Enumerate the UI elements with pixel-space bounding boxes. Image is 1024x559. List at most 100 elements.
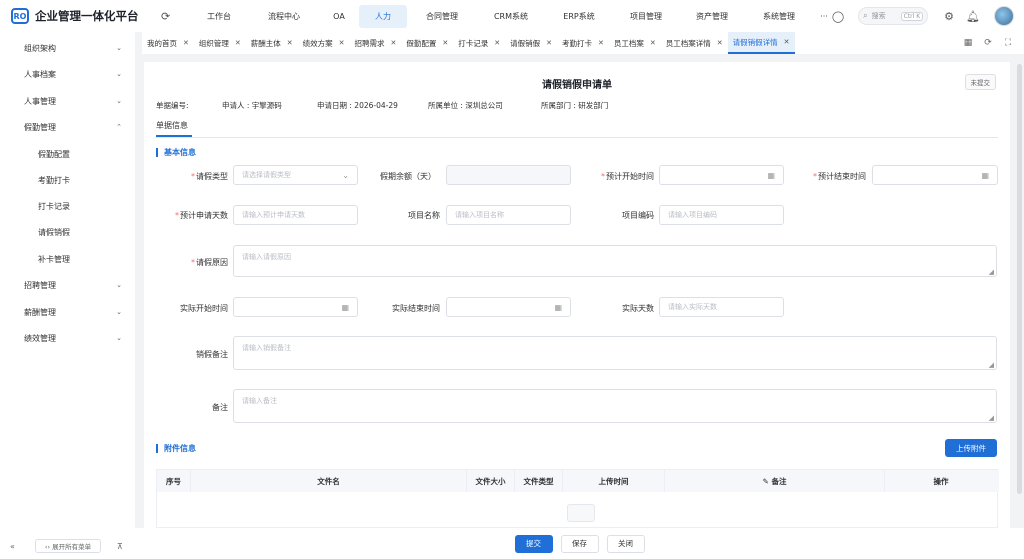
search-input[interactable]: ⌕ 搜索 Ctrl K — [858, 7, 929, 25]
tab-punch-record[interactable]: 打卡记录 ✕ — [453, 32, 505, 54]
calendar-icon: ▦ — [554, 302, 562, 312]
chevron-down-icon: ⌄ — [116, 281, 122, 289]
sidebar-item-attendance[interactable]: 考勤打卡 — [0, 169, 135, 191]
close-icon[interactable]: ✕ — [546, 39, 552, 47]
topnav-crm[interactable]: CRM系统 — [477, 5, 545, 28]
sidebar-item-makeup-punch[interactable]: 补卡管理 — [0, 248, 135, 270]
sidebar-item-label: 招聘管理 — [24, 280, 56, 290]
refresh-icon[interactable]: ⟳ — [161, 10, 175, 23]
leave-type-select[interactable]: 请选择请假类型 ⌄ — [233, 165, 358, 185]
close-icon[interactable]: ✕ — [391, 39, 397, 47]
save-button[interactable]: 保存 — [560, 534, 599, 553]
plan-days-label-text: 预计申请天数 — [180, 211, 228, 220]
page-scrollbar[interactable] — [1017, 64, 1022, 494]
tab-leave-config[interactable]: 假勤配置 ✕ — [401, 32, 453, 54]
chevron-down-icon: ⌄ — [116, 70, 122, 78]
tab-recruit-need[interactable]: 招聘需求 ✕ — [350, 32, 402, 54]
upload-attachment-button[interactable]: 上传附件 — [945, 439, 997, 457]
actual-end-date[interactable]: ▦ — [446, 297, 571, 317]
tab-label: 薪酬主体 — [250, 38, 281, 48]
close-icon[interactable]: ✕ — [235, 39, 241, 47]
project-name-input[interactable]: 请输入项目名称 — [446, 205, 571, 225]
top-nav: 工作台 流程中心 OA 人力 合同管理 CRM系统 ERP系统 项目管理 资产管… — [189, 4, 835, 28]
topnav-erp[interactable]: ERP系统 — [545, 5, 613, 28]
sidebar-item-org[interactable]: 组织架构 ⌄ — [0, 37, 135, 59]
tab-attendance[interactable]: 考勤打卡 ✕ — [557, 32, 609, 54]
topnav-contract[interactable]: 合同管理 — [407, 5, 477, 28]
sidebar-item-label: 考勤打卡 — [38, 175, 70, 185]
required-mark: * — [175, 211, 179, 220]
topnav-oa[interactable]: OA — [319, 6, 359, 27]
resize-grip-icon[interactable]: ◢ — [989, 414, 994, 422]
close-icon[interactable]: ✕ — [287, 39, 293, 47]
app-title: 企业管理一体化平台 — [35, 9, 139, 23]
topnav-hr-label: 人力 — [375, 11, 391, 21]
sidebar-item-leave-cancel[interactable]: 请假销假 — [0, 221, 135, 243]
tab-salary-entity[interactable]: 薪酬主体 ✕ — [246, 32, 298, 54]
close-icon[interactable]: ✕ — [598, 39, 604, 47]
topnav-system[interactable]: 系统管理 — [745, 5, 813, 28]
close-button[interactable]: 关闭 — [606, 534, 645, 553]
collapse-sidebar-icon[interactable]: « — [10, 542, 15, 551]
topnav-asset[interactable]: 资产管理 — [679, 5, 745, 28]
close-icon[interactable]: ✕ — [442, 39, 448, 47]
sidebar-item-performance[interactable]: 绩效管理 ⌄ — [0, 327, 135, 349]
refresh-tab-icon[interactable]: ⟳ — [978, 38, 998, 48]
sidebar-item-punch-record[interactable]: 打卡记录 — [0, 195, 135, 217]
cancel-note-label: 销假备注 — [196, 350, 228, 359]
avatar[interactable] — [994, 6, 1014, 26]
plan-start-date[interactable]: ▦ — [659, 165, 784, 185]
sidebar-item-recruit[interactable]: 招聘管理 ⌄ — [0, 274, 135, 296]
close-icon[interactable]: ✕ — [494, 39, 500, 47]
sidebar-item-salary[interactable]: 薪酬管理 ⌄ — [0, 301, 135, 323]
topnav-workbench[interactable]: 工作台 — [189, 5, 249, 28]
tab-org[interactable]: 组织管理 ✕ — [194, 32, 246, 54]
sidebar-item-label: 绩效管理 — [24, 333, 56, 343]
submit-button[interactable]: 提交 — [514, 534, 553, 553]
expand-all-menus-button[interactable]: ‹› 展开所有菜单 — [35, 539, 101, 553]
tab-perf-plan[interactable]: 绩效方案 ✕ — [298, 32, 350, 54]
plan-end-date[interactable]: ▦ — [872, 165, 998, 185]
sidebar-item-hr-manage[interactable]: 人事管理 ⌄ — [0, 90, 135, 112]
sidebar-item-leave[interactable]: 假勤管理 ⌃ — [0, 116, 135, 138]
resize-grip-icon[interactable]: ◢ — [989, 268, 994, 276]
note-textarea[interactable]: 请输入备注 ◢ — [233, 389, 997, 423]
topnav-process[interactable]: 流程中心 — [249, 5, 319, 28]
close-icon[interactable]: ✕ — [717, 39, 723, 47]
close-icon[interactable]: ✕ — [650, 39, 656, 47]
close-icon[interactable]: ✕ — [784, 38, 790, 46]
resize-grip-icon[interactable]: ◢ — [989, 361, 994, 369]
reason-textarea[interactable]: 请输入请假原因 ◢ — [233, 245, 997, 277]
settings-icon[interactable]: ⚙ — [944, 10, 954, 23]
project-code-input[interactable]: 请输入项目编码 — [659, 205, 784, 225]
bell-icon[interactable]: 🔔︎ — [966, 10, 980, 23]
tab-leave-cancel[interactable]: 请假销假 ✕ — [505, 32, 557, 54]
chevron-down-icon: ⌄ — [116, 308, 122, 316]
sidebar-item-leave-config[interactable]: 假勤配置 — [0, 143, 135, 165]
tab-home[interactable]: 我的首页 ✕ — [142, 32, 194, 54]
sidebar-item-label: 补卡管理 — [38, 254, 70, 264]
actual-start-date[interactable]: ▦ — [233, 297, 358, 317]
chat-icon[interactable]: ◯ — [832, 10, 844, 23]
sidebar-footer: « ‹› 展开所有菜单 ⊼ — [0, 533, 135, 559]
cancel-note-placeholder: 请输入销假备注 — [242, 344, 291, 352]
leave-balance-label: 假期余额（天） — [380, 172, 436, 181]
pin-icon[interactable]: ⊼ — [117, 542, 123, 551]
tab-leave-cancel-detail[interactable]: 请假销假详情 ✕ — [727, 32, 795, 54]
close-icon[interactable]: ✕ — [183, 39, 189, 47]
cancel-note-textarea[interactable]: 请输入销假备注 ◢ — [233, 336, 997, 370]
actual-days-input[interactable]: 请输入实际天数 — [659, 297, 784, 317]
tab-employee-detail[interactable]: 员工档案详情 ✕ — [661, 32, 728, 54]
app-logo[interactable]: RO 企业管理一体化平台 — [11, 8, 161, 24]
grid-icon[interactable]: ▦ — [958, 38, 978, 48]
plan-start-label-text: 预计开始时间 — [606, 172, 654, 181]
tab-doc-info[interactable]: 单据信息 — [156, 120, 188, 131]
topnav-hr[interactable]: 人力 — [359, 4, 407, 28]
plan-days-input[interactable]: 请输入预计申请天数 — [233, 205, 358, 225]
tab-employee-archive[interactable]: 员工档案 ✕ — [609, 32, 661, 54]
fullscreen-icon[interactable]: ⛶ — [998, 38, 1018, 48]
sidebar-item-label: 薪酬管理 — [24, 307, 56, 317]
close-icon[interactable]: ✕ — [339, 39, 345, 47]
sidebar-item-hr-archive[interactable]: 人事档案 ⌄ — [0, 63, 135, 85]
topnav-project[interactable]: 项目管理 — [613, 5, 679, 28]
